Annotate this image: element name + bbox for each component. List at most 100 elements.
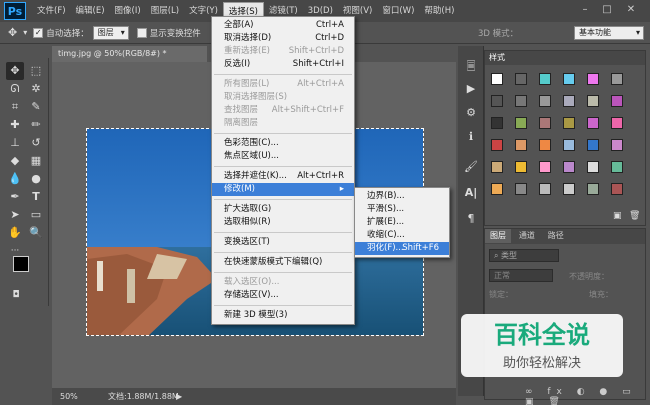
type-icon[interactable]: T [27,188,45,206]
tab-layers[interactable]: 图层 [485,229,511,243]
style-swatch[interactable] [563,139,575,151]
style-swatch[interactable] [587,161,599,173]
style-swatch[interactable] [587,117,599,129]
style-swatch[interactable] [515,117,527,129]
zoom-level[interactable]: 50% [60,388,78,405]
marquee-icon[interactable]: ⬚ [27,62,45,80]
menu-item[interactable]: 载入选区(O)... [212,276,354,289]
minimize-icon[interactable]: – [576,2,594,18]
auto-select-dropdown[interactable]: 图层 [92,25,129,40]
style-swatch[interactable] [539,183,551,195]
style-swatch[interactable] [491,161,503,173]
history-brush-icon[interactable]: ↺ [27,134,45,152]
menu-10[interactable]: 帮助(H) [419,2,459,20]
shape-icon[interactable]: ▭ [27,206,45,224]
style-swatch[interactable] [515,73,527,85]
style-swatch[interactable] [491,73,503,85]
show-transform-checkbox[interactable] [136,27,147,38]
document-tab[interactable]: timg.jpg @ 50%(RGB/8#) * [52,46,207,62]
style-swatch[interactable] [515,95,527,107]
magic-wand-icon[interactable]: ✲ [27,80,45,98]
gradient-icon[interactable]: ▦ [27,152,45,170]
menu-item[interactable]: 全部(A) Ctrl+A [212,19,354,32]
style-swatch[interactable] [491,117,503,129]
style-swatch[interactable] [611,95,623,107]
menu-item[interactable]: 扩大选取(G) [212,203,354,216]
menu-item[interactable]: 查找图层 Alt+Shift+Ctrl+F [212,104,354,117]
style-swatch[interactable] [563,95,575,107]
menu-1[interactable]: 编辑(E) [71,2,110,20]
layer-actions-icons[interactable]: ∞ fx ◐ ● ▭ ▣ 🗑 [525,387,645,405]
style-swatch[interactable] [611,139,623,151]
style-swatch[interactable] [611,73,623,85]
style-swatch[interactable] [587,73,599,85]
close-icon[interactable]: ✕ [622,2,640,18]
crop-icon[interactable]: ⌗ [6,98,24,116]
style-swatch[interactable] [491,95,503,107]
maximize-icon[interactable]: □ [598,2,616,18]
hand-icon[interactable]: ✋ [6,224,24,242]
tab-paths[interactable]: 路径 [543,229,569,243]
path-select-icon[interactable]: ➤ [6,206,24,224]
style-swatch[interactable] [491,183,503,195]
character-panel-icon[interactable]: A| [462,184,480,202]
dodge-icon[interactable]: ● [27,170,45,188]
workspace-dropdown[interactable]: 基本功能 [574,25,644,40]
style-swatch[interactable] [491,139,503,151]
menu-item[interactable]: 修改(M) ▸ [212,183,354,196]
auto-select-checkbox[interactable]: ✓ [33,27,44,38]
clone-stamp-icon[interactable]: ⊥ [6,134,24,152]
menu-item[interactable]: 边界(B)... [355,190,449,203]
move-tool-icon[interactable]: ✥ [8,26,17,39]
brush-icon[interactable]: ✏ [27,116,45,134]
menu-item[interactable]: 新建 3D 模型(3) [212,309,354,322]
style-swatch[interactable] [539,117,551,129]
menu-item[interactable]: 选择并遮住(K)... Alt+Ctrl+R [212,170,354,183]
menu-item[interactable]: 色彩范围(C)... [212,137,354,150]
lasso-icon[interactable]: ᘏ [6,80,24,98]
paragraph-panel-icon[interactable]: ¶ [462,210,480,228]
style-swatch[interactable] [539,161,551,173]
tab-channels[interactable]: 通道 [514,229,540,243]
brush-panel-icon[interactable]: 🖌 [462,158,480,176]
actions-panel-icon[interactable]: ▶ [462,80,480,98]
style-swatch[interactable] [587,139,599,151]
style-swatch[interactable] [563,183,575,195]
menu-item[interactable]: 反选(I) Shift+Ctrl+I [212,58,354,71]
menu-item[interactable]: 变换选区(T) [212,236,354,249]
style-swatch[interactable] [515,183,527,195]
status-arrow-icon[interactable]: ▶ [176,388,182,405]
style-swatch[interactable] [611,183,623,195]
tool-preset-dropdown-icon[interactable]: ▾ [23,28,27,37]
info-panel-icon[interactable]: ℹ [462,128,480,146]
menu-item[interactable]: 所有图层(L) Alt+Ctrl+A [212,78,354,91]
style-swatch[interactable] [515,161,527,173]
style-swatch[interactable] [611,117,623,129]
blend-mode-dropdown[interactable]: 正常 [489,269,553,282]
menu-item[interactable]: 在快速蒙版模式下编辑(Q) [212,256,354,269]
style-swatch[interactable] [587,183,599,195]
style-swatch[interactable] [539,73,551,85]
style-swatch[interactable] [563,117,575,129]
style-swatch[interactable] [587,95,599,107]
healing-brush-icon[interactable]: ✚ [6,116,24,134]
move-icon[interactable]: ✥ [6,62,24,80]
pen-icon[interactable]: ✒ [6,188,24,206]
menu-item[interactable]: 收缩(C)... [355,229,449,242]
menu-item[interactable]: 隔离图层 [212,117,354,130]
menu-item[interactable]: 取消选择图层(S) [212,91,354,104]
style-swatch[interactable] [563,73,575,85]
trash-icon[interactable]: 🗑 [629,211,640,221]
new-style-icon[interactable]: ▣ [613,211,622,221]
menu-item[interactable]: 取消选择(D) Ctrl+D [212,32,354,45]
menu-0[interactable]: 文件(F) [32,2,71,20]
menu-3[interactable]: 图层(L) [146,2,184,20]
style-swatch[interactable] [539,95,551,107]
zoom-icon[interactable]: 🔍 [27,224,45,242]
style-swatch[interactable] [539,139,551,151]
menu-item[interactable]: 选取相似(R) [212,216,354,229]
menu-item[interactable]: 存储选区(V)... [212,289,354,302]
style-swatch[interactable] [611,161,623,173]
menu-item[interactable]: 平滑(S)... [355,203,449,216]
foreground-color-swatch[interactable] [13,256,29,272]
